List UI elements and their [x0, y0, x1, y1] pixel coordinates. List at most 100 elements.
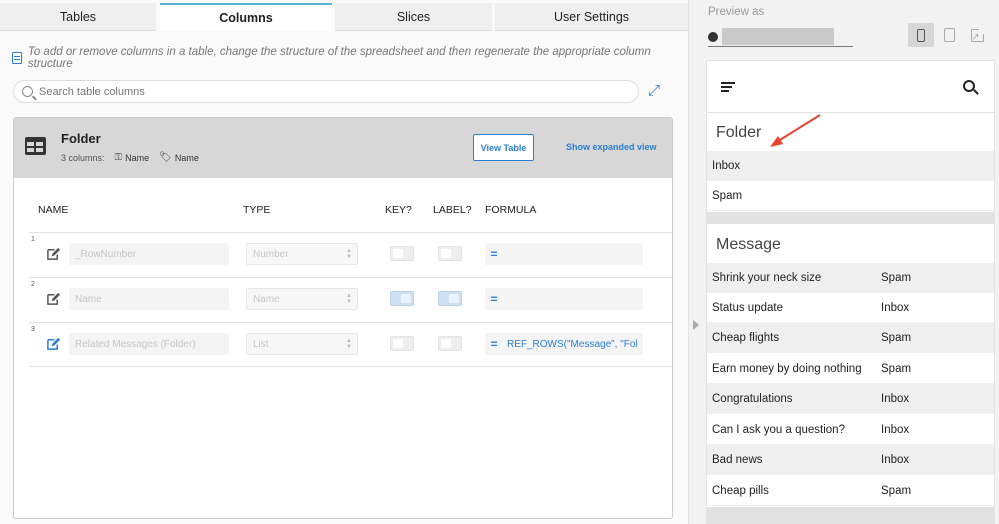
list-item[interactable]: Cheap pills Spam [707, 476, 994, 506]
header-type: TYPE [243, 204, 271, 216]
list-item-folder: Spam [881, 331, 912, 344]
column-name-field[interactable]: Related Messages (Folder) [69, 333, 229, 355]
tab-tables[interactable]: Tables [0, 3, 156, 31]
label-column-name: Name [174, 152, 199, 163]
row-number: 2 [31, 281, 35, 288]
label-column: 🏷 Name [159, 152, 199, 163]
tablet-view-button[interactable] [936, 23, 962, 47]
tablet-icon [943, 28, 955, 42]
tab-bar: Tables Columns Slices User Settings [0, 3, 688, 31]
list-item-text: Cheap flights [712, 331, 780, 344]
table-card: Folder 3 columns: ⚿ Name 🏷 Name View Tab… [13, 117, 673, 519]
list-item-folder: Spam [881, 271, 912, 284]
list-item[interactable]: Congratulations Inbox [707, 384, 994, 414]
list-item[interactable]: Spam [707, 181, 994, 211]
row-number: 3 [31, 326, 35, 333]
column-type-value: List [253, 338, 269, 350]
label-toggle[interactable] [438, 336, 462, 351]
list-item[interactable]: Cheap flights Spam [707, 323, 994, 353]
column-type-select[interactable]: List ▲ ▼ [246, 333, 358, 355]
table-title: Folder [61, 131, 101, 146]
formula-text: REF_ROWS("Message", "Fol [507, 338, 638, 350]
list-item-text: Bad news [712, 453, 763, 466]
show-expanded-view-link[interactable]: Show expanded view [566, 142, 657, 152]
editor-pane: Tables Columns Slices User Settings To a… [0, 0, 688, 524]
list-item[interactable]: Inbox [707, 151, 994, 181]
list-item-text: Cheap pills [712, 484, 769, 497]
row-number: 1 [31, 236, 35, 243]
menu-icon[interactable] [721, 82, 735, 92]
list-item[interactable]: Shrink your neck size Spam [707, 263, 994, 293]
section-title-message: Message [716, 236, 781, 253]
app-bar [707, 61, 994, 113]
table-row: 1 _RowNumber Number ▲ ▼ = [29, 232, 672, 277]
list-item-text: Can I ask you a question? [712, 423, 845, 436]
phone-icon [917, 28, 925, 42]
preview-user-select[interactable] [708, 27, 853, 47]
view-table-button[interactable]: View Table [473, 134, 534, 161]
list-item-text: Inbox [712, 159, 741, 172]
tab-columns[interactable]: Columns [160, 3, 332, 31]
list-item-folder: Inbox [881, 301, 910, 314]
phone-view-button[interactable] [908, 23, 934, 47]
table-meta: 3 columns: ⚿ Name 🏷 Name [61, 152, 199, 163]
key-column-name: Name [125, 152, 150, 163]
formula-field[interactable]: = [485, 243, 643, 265]
user-icon [708, 31, 718, 42]
column-type-value: Name [253, 293, 280, 305]
key-toggle[interactable] [390, 291, 414, 306]
tag-icon: 🏷 [159, 152, 172, 163]
equals-icon: = [490, 292, 498, 306]
column-count: 3 columns: [61, 152, 105, 163]
section-separator [707, 212, 994, 224]
collapse-caret-icon[interactable] [693, 320, 699, 330]
column-type-select[interactable]: Name ▲ ▼ [246, 288, 358, 310]
list-item[interactable]: Can I ask you a question? Inbox [707, 415, 994, 445]
formula-field[interactable]: = [485, 288, 643, 310]
equals-icon: = [490, 337, 498, 351]
formula-field[interactable]: = REF_ROWS("Message", "Fol [485, 333, 643, 355]
tab-user-settings[interactable]: User Settings [495, 3, 688, 31]
list-item-text: Status update [712, 301, 783, 314]
column-name-field[interactable]: Name [69, 288, 229, 310]
list-item-text: Spam [712, 189, 743, 202]
search-input[interactable] [39, 85, 599, 98]
list-item-folder: Spam [881, 484, 912, 497]
column-name-field[interactable]: _RowNumber [69, 243, 229, 265]
header-label: LABEL? [433, 204, 472, 216]
label-toggle[interactable] [438, 291, 462, 306]
key-toggle[interactable] [390, 336, 414, 351]
open-external-button[interactable]: ↗ [964, 23, 990, 47]
section-title-folder: Folder [716, 124, 762, 141]
header-name: NAME [38, 204, 69, 216]
app-root: Tables Columns Slices User Settings To a… [0, 0, 999, 524]
table-icon [25, 137, 46, 155]
label-toggle[interactable] [438, 246, 462, 261]
key-toggle[interactable] [390, 246, 414, 261]
column-type-select[interactable]: Number ▲ ▼ [246, 243, 358, 265]
hint-text: To add or remove columns in a table, cha… [27, 46, 651, 70]
list-item-folder: Inbox [881, 423, 910, 436]
columns-hint: To add or remove columns in a table, cha… [12, 46, 688, 70]
search-icon [22, 86, 33, 97]
search-icon[interactable] [963, 80, 975, 92]
list-item-folder: Spam [881, 362, 912, 375]
list-item[interactable]: Bad news Inbox [707, 445, 994, 475]
edit-icon[interactable] [46, 247, 61, 261]
preview-pane: Preview as ↗ Folder Inbox Spam Message S… [702, 0, 999, 524]
section-separator [707, 507, 994, 524]
search-bar [13, 80, 639, 103]
table-card-header: Folder 3 columns: ⚿ Name 🏷 Name View Tab… [14, 118, 672, 178]
list-item-text: Congratulations [712, 392, 793, 405]
pane-divider[interactable] [688, 0, 702, 524]
list-item-text: Shrink your neck size [712, 271, 822, 284]
expand-icon[interactable]: ⤢ [646, 83, 662, 99]
external-link-icon: ↗ [970, 26, 986, 43]
list-item[interactable]: Status update Inbox [707, 293, 994, 323]
list-item[interactable]: Earn money by doing nothing Spam [707, 354, 994, 384]
edit-icon[interactable] [46, 292, 61, 306]
user-email-redacted [722, 28, 834, 45]
edit-icon[interactable] [46, 337, 61, 351]
book-icon [12, 52, 22, 64]
tab-slices[interactable]: Slices [335, 3, 492, 31]
